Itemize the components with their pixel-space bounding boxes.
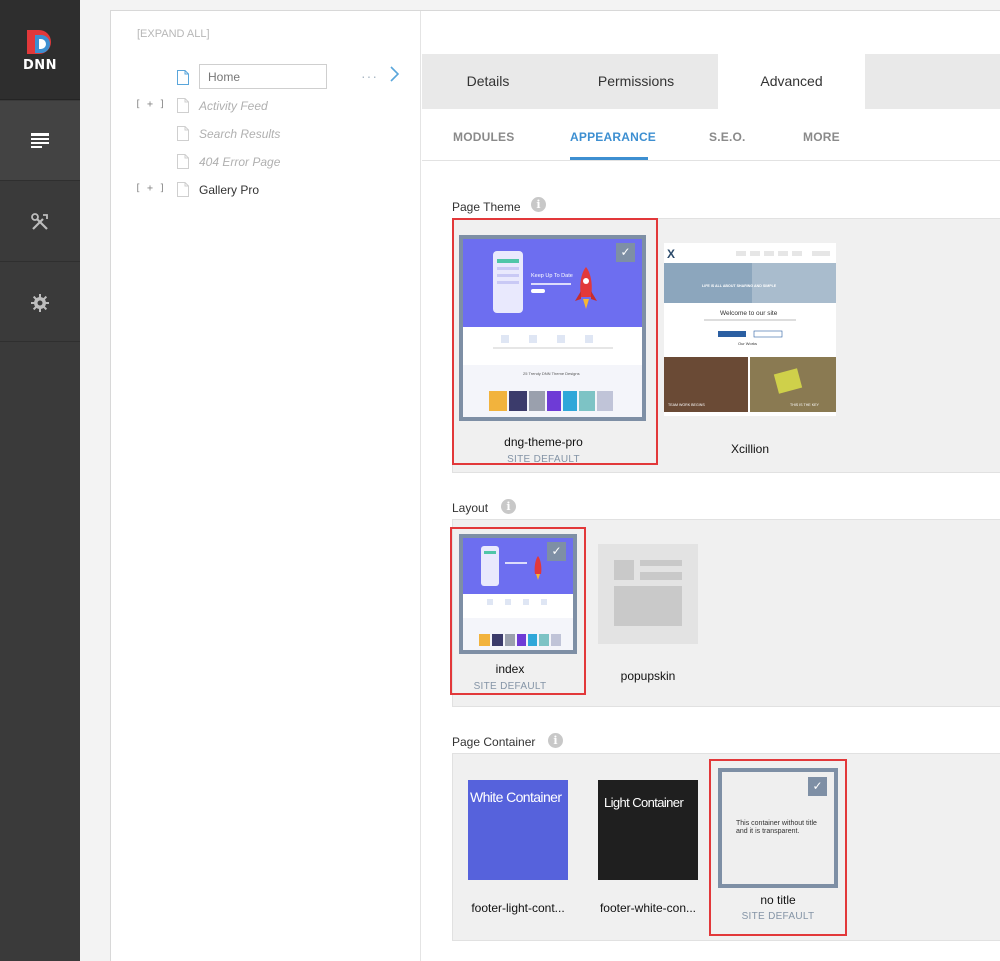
dnn-logo-icon xyxy=(27,30,51,54)
tree-item-label: Activity Feed xyxy=(199,99,268,113)
persona-bar: DNN xyxy=(0,0,80,961)
tree-item-gallery-pro[interactable]: [ + ] Gallery Pro xyxy=(111,179,421,201)
advanced-subtabs: MODULES APPEARANCE S.E.O. MORE xyxy=(422,109,1000,161)
more-options-icon[interactable]: ··· xyxy=(361,68,378,84)
preview-caption-right: THIS IS THE KEY xyxy=(790,403,819,407)
expand-toggle[interactable]: [ + ] xyxy=(135,99,165,110)
site-default-label: SITE DEFAULT xyxy=(741,911,815,922)
tree-item-label: Gallery Pro xyxy=(199,183,260,197)
tools-icon xyxy=(31,213,48,230)
page-settings: Details Permissions Advanced MODULES APP… xyxy=(422,11,1000,961)
page-icon xyxy=(177,126,189,141)
chevron-right-icon[interactable] xyxy=(389,65,401,83)
rail-tools-button[interactable] xyxy=(0,182,80,262)
site-default-label: SITE DEFAULT xyxy=(473,681,547,692)
settings-tabs: Details Permissions Advanced xyxy=(422,54,1000,109)
theme-name: dng-theme-pro xyxy=(504,435,583,449)
tab-advanced[interactable]: Advanced xyxy=(718,54,865,109)
preview-works: Our Works xyxy=(738,341,757,346)
tree-item-search-results[interactable]: Search Results xyxy=(111,123,421,145)
page-container-title: Page Container xyxy=(452,735,536,749)
pages-icon xyxy=(31,133,49,148)
theme-preview: X LIFE IS ALL ABOUT SHARING AND SIMPLE W… xyxy=(664,243,836,416)
container-thumb-footer-white[interactable]: Light Container xyxy=(598,780,698,880)
layout-placeholder-icon xyxy=(614,560,682,626)
subtab-more[interactable]: MORE xyxy=(803,130,840,144)
subtab-modules[interactable]: MODULES xyxy=(453,130,514,144)
site-default-label: SITE DEFAULT xyxy=(507,454,580,465)
layout-title: Layout xyxy=(452,501,489,515)
selected-check-icon: ✓ xyxy=(547,542,566,561)
gear-icon xyxy=(31,294,49,312)
tree-item-label: Search Results xyxy=(199,127,281,141)
container-preview-text: This container without title and it is t… xyxy=(736,820,817,835)
expand-all-link[interactable]: [EXPAND ALL] xyxy=(137,28,210,40)
page-icon xyxy=(177,70,189,85)
page-tree: [EXPAND ALL] ··· [ + ] Activity Feed Sea… xyxy=(111,11,421,961)
tree-item-home[interactable]: ··· xyxy=(111,64,421,89)
subtab-appearance[interactable]: APPEARANCE xyxy=(570,130,656,144)
layout-name: popupskin xyxy=(620,669,676,683)
preview-hero: LIFE IS ALL ABOUT SHARING AND SIMPLE xyxy=(702,284,777,288)
preview-bottom-line: 25 Trendy DNN Theme Designs xyxy=(523,371,580,376)
info-icon[interactable]: i xyxy=(501,499,516,514)
preview-logo: X xyxy=(667,247,675,261)
selected-check-icon: ✓ xyxy=(808,777,827,796)
container-preview-text: White Container xyxy=(470,789,562,805)
tree-item-404-error-page[interactable]: 404 Error Page xyxy=(111,151,421,173)
theme-preview: Keep Up To Date 25 Trendy DNN Theme Desi… xyxy=(463,239,642,417)
pages-panel: [EXPAND ALL] ··· [ + ] Activity Feed Sea… xyxy=(110,10,1000,961)
container-name: footer-light-cont... xyxy=(471,901,565,915)
theme-thumb-dng-theme-pro[interactable]: Keep Up To Date 25 Trendy DNN Theme Desi… xyxy=(459,235,646,421)
theme-thumb-xcillion[interactable]: X LIFE IS ALL ABOUT SHARING AND SIMPLE W… xyxy=(664,243,836,416)
info-icon[interactable]: i xyxy=(548,733,563,748)
page-icon xyxy=(177,182,189,197)
active-subtab-indicator xyxy=(570,157,648,160)
layout-list: ✓ index SITE DEFAULT popupskin xyxy=(450,519,1000,707)
expand-toggle[interactable]: [ + ] xyxy=(135,183,165,194)
subtab-seo[interactable]: S.E.O. xyxy=(709,130,746,144)
tree-item-activity-feed[interactable]: [ + ] Activity Feed xyxy=(111,95,421,117)
layout-name: index xyxy=(495,662,525,676)
rail-settings-button[interactable] xyxy=(0,262,80,342)
info-icon[interactable]: i xyxy=(531,197,546,212)
preview-caption-left: TEAM WORK BEGINS xyxy=(668,403,705,407)
page-icon xyxy=(177,98,189,113)
page-container-list: White Container footer-light-cont... Lig… xyxy=(452,753,1000,941)
dnn-logo[interactable]: DNN xyxy=(0,0,80,100)
theme-name: Xcillion xyxy=(730,442,769,456)
container-name: footer-white-con... xyxy=(599,901,697,915)
tree-item-label: 404 Error Page xyxy=(199,155,281,169)
container-thumb-footer-light[interactable]: White Container xyxy=(468,780,568,880)
page-name-input[interactable] xyxy=(199,64,327,89)
page-theme-list: Keep Up To Date 25 Trendy DNN Theme Desi… xyxy=(452,218,1000,473)
tab-permissions[interactable]: Permissions xyxy=(554,54,718,109)
container-preview-text: Light Container xyxy=(604,795,684,810)
preview-headline: Keep Up To Date xyxy=(531,273,573,279)
page-theme-title: Page Theme xyxy=(452,200,521,214)
logo-text: DNN xyxy=(22,58,58,73)
selected-check-icon: ✓ xyxy=(616,243,635,262)
preview-welcome: Welcome to our site xyxy=(720,310,778,317)
layout-thumb-popupskin[interactable] xyxy=(598,544,698,644)
rail-pages-button[interactable] xyxy=(0,101,80,181)
page-icon xyxy=(177,154,189,169)
tab-details[interactable]: Details xyxy=(422,54,554,109)
container-name: no title xyxy=(760,893,796,907)
